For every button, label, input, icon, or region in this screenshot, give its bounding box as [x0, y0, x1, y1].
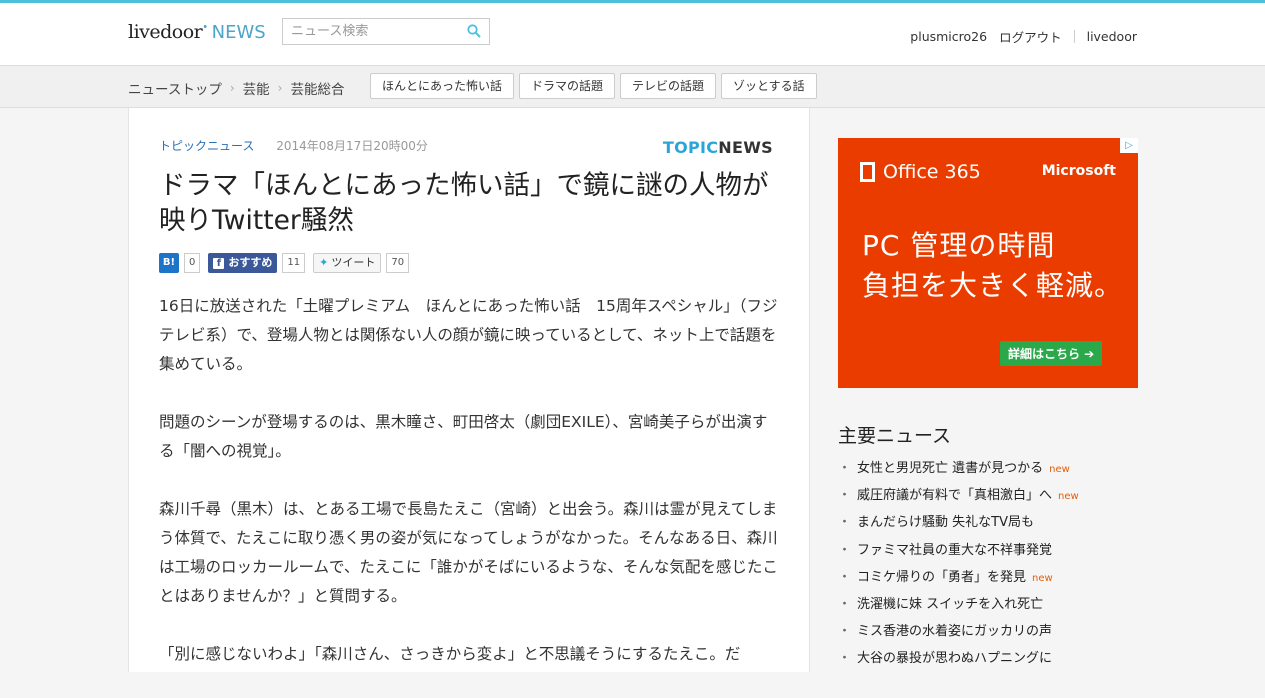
news-link[interactable]: コミケ帰りの「勇者」を発見	[857, 570, 1026, 585]
livedoor-link[interactable]: livedoor	[1087, 29, 1137, 44]
facebook-icon: f	[213, 257, 225, 269]
news-link[interactable]: まんだらけ騒動 失礼なTV局も	[857, 515, 1034, 530]
bullet-icon: ・	[838, 624, 852, 640]
news-link[interactable]: 女性と男児死亡 遺書が見つかる	[857, 461, 1043, 476]
office-product-name: Office 365	[883, 161, 981, 183]
new-badge: new	[1032, 572, 1053, 584]
bullet-icon: ・	[838, 569, 852, 585]
tag-drama[interactable]: ドラマの話題	[519, 73, 616, 99]
news-list-item[interactable]: ・洗濯機に妹 スイッチを入れ死亡	[838, 594, 1138, 621]
bullet-icon: ・	[838, 542, 852, 558]
news-list-item[interactable]: ・大谷の暴投が思わぬハプニングに	[838, 648, 1138, 675]
article-paragraph: 16日に放送された「土曜プレミアム ほんとにあった怖い話 15周年スペシャル」（…	[159, 297, 778, 373]
search-box	[282, 18, 490, 45]
news-list-item[interactable]: ・ミス香港の水着姿にガッカリの声	[838, 621, 1138, 648]
hatena-bookmark-button[interactable]: B!	[159, 253, 179, 273]
news-list-item[interactable]: ・まんだらけ騒動 失礼なTV局も	[838, 512, 1138, 539]
news-list-item[interactable]: ・ファミマ社員の重大な不祥事発覚	[838, 540, 1138, 567]
username-link[interactable]: plusmicro26	[910, 29, 987, 44]
topic-news-logo[interactable]: TOPICNEWS	[663, 138, 773, 157]
major-news-list: ・女性と男児死亡 遺書が見つかる new ・威圧府議が有料で「真相激白」へ new ・ま…	[838, 458, 1138, 676]
article-headline: ドラマ「ほんとにあった怖い話」で鏡に謎の人物が映りTwitter騒然	[159, 170, 769, 236]
breadcrumb-entertainment-general[interactable]: 芸能総合	[290, 78, 344, 98]
search-icon[interactable]	[467, 24, 481, 38]
news-link[interactable]: 洗濯機に妹 スイッチを入れ死亡	[857, 597, 1043, 612]
bullet-icon: ・	[838, 651, 852, 667]
tag-honkowa[interactable]: ほんとにあった怖い話	[370, 73, 515, 99]
tag-tv[interactable]: テレビの話題	[620, 73, 717, 99]
bullet-icon: ・	[838, 596, 852, 612]
twitter-bird-icon: ✦	[319, 256, 329, 269]
livedoor-news-logo[interactable]: livedoor• NEWS	[128, 21, 266, 43]
ad-details-button[interactable]: 詳細はこちら ➔	[1000, 341, 1103, 366]
chevron-right-icon: ›	[277, 81, 283, 95]
hatena-count: 0	[184, 253, 201, 273]
news-list-item[interactable]: ・威圧府議が有料で「真相激白」へ new	[838, 485, 1138, 512]
tag-scary[interactable]: ゾッとする話	[721, 73, 817, 99]
article-panel: トピックニュース 2014年08月17日20時00分 TOPICNEWS ドラマ…	[128, 108, 810, 672]
office-logo: Office 365	[860, 161, 981, 183]
ad-copy: PC 管理の時間 負担を大きく軽減。	[862, 226, 1123, 306]
microsoft-logo: Microsoft	[1041, 163, 1116, 179]
news-list-item[interactable]: ・女性と男児死亡 遺書が見つかる new	[838, 458, 1138, 485]
facebook-recommend-button[interactable]: f おすすめ	[208, 253, 278, 273]
breadcrumb-news-top[interactable]: ニューストップ	[128, 78, 222, 98]
ad-copy-line2: 負担を大きく軽減。	[862, 269, 1124, 302]
tweet-label: ツイート	[331, 256, 376, 269]
chevron-right-icon: ›	[229, 81, 235, 95]
article-meta: トピックニュース 2014年08月17日20時00分	[159, 137, 428, 154]
office-icon	[860, 162, 875, 182]
ad-copy-line1: PC 管理の時間	[862, 229, 1056, 262]
news-link[interactable]: 威圧府議が有料で「真相激白」へ	[857, 488, 1052, 503]
news-link[interactable]: ミス香港の水着姿にガッカリの声	[857, 624, 1052, 639]
news-link[interactable]: ファミマ社員の重大な不祥事発覚	[857, 543, 1052, 558]
article-paragraph: 問題のシーンが登場するのは、黒木瞳さ、町田啓太（劇団EXILE）、宮崎美子らが出…	[159, 413, 768, 460]
user-links: plusmicro26 ログアウト livedoor	[910, 27, 1137, 46]
breadcrumb: ニューストップ › 芸能 › 芸能総合	[128, 78, 344, 98]
topic-tags: ほんとにあった怖い話 ドラマの話題 テレビの話題 ゾッとする話	[370, 73, 822, 99]
tweet-count: 70	[386, 253, 410, 273]
facebook-count: 11	[282, 253, 306, 273]
article-category-link[interactable]: トピックニュース	[159, 139, 254, 153]
social-buttons: B! 0 f おすすめ 11 ✦ ツイート 70	[159, 253, 417, 273]
breadcrumb-bar: ニューストップ › 芸能 › 芸能総合 ほんとにあった怖い話 ドラマの話題 テレ…	[0, 66, 1265, 108]
new-badge: new	[1049, 464, 1070, 475]
news-link[interactable]: 大谷の暴投が思わぬハプニングに	[857, 651, 1052, 666]
new-badge: new	[1058, 491, 1079, 503]
bullet-icon: ・	[838, 488, 852, 504]
article-body: 16日に放送された「土曜プレミアム ほんとにあった怖い話 15周年スペシャル」（…	[159, 292, 779, 698]
article-paragraph: 「別に感じないわよ」「森川さん、さっきから変よ」と不思議そうにするたえこ。だ	[159, 645, 741, 663]
news-list-item[interactable]: ・コミケ帰りの「勇者」を発見 new	[838, 567, 1138, 594]
article-date: 2014年08月17日20時00分	[276, 139, 428, 153]
tweet-button[interactable]: ✦ ツイート	[313, 253, 382, 273]
major-news-heading: 主要ニュース	[838, 425, 952, 447]
divider	[1073, 30, 1075, 43]
logo-brand: livedoor	[128, 21, 203, 43]
site-header: livedoor•NEWS plusmicro26 ログアウト livedoor	[0, 3, 1265, 66]
adchoices-icon[interactable]: ▷	[1120, 138, 1138, 153]
search-input[interactable]	[283, 19, 469, 44]
logo-dot: •	[202, 22, 208, 34]
article-paragraph: 森川千尋（黒木）は、とある工場で長島たえこ（宮崎）と出会う。森川は霊が見えてしま…	[159, 500, 778, 605]
logo-topic: TOPIC	[662, 138, 719, 157]
logo-news: NEWS	[211, 22, 266, 43]
bullet-icon: ・	[838, 461, 852, 476]
breadcrumb-entertainment[interactable]: 芸能	[243, 78, 270, 98]
office365-ad-banner[interactable]: ▷ Office 365 Microsoft PC 管理の時間 負担を大きく軽減…	[838, 138, 1138, 388]
logout-link[interactable]: ログアウト	[999, 27, 1062, 46]
bullet-icon: ・	[838, 515, 852, 531]
facebook-label: おすすめ	[228, 256, 273, 269]
logo-news-word: NEWS	[718, 138, 773, 157]
